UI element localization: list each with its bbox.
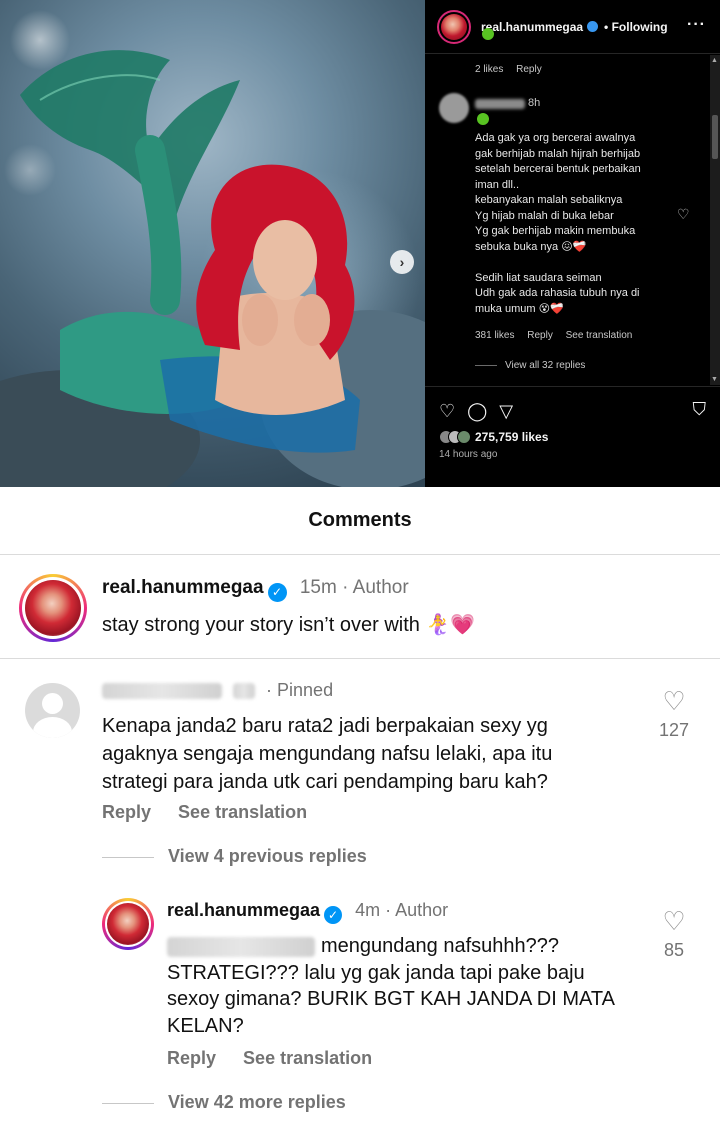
comments-title: Comments bbox=[0, 487, 720, 555]
reply-button[interactable]: Reply bbox=[102, 802, 151, 822]
heart-icon[interactable]: ♡ bbox=[654, 908, 694, 934]
view-more-replies[interactable]: View 42 more replies bbox=[102, 1092, 346, 1113]
comment-thread: · Pinned Kenapa janda2 baru rata2 jadi b… bbox=[0, 660, 720, 1140]
scrollbar[interactable]: ▲ ▼ bbox=[710, 55, 720, 385]
reply-likes: 2 likes bbox=[475, 64, 504, 75]
like-count: 85 bbox=[663, 940, 685, 960]
reply-time: 4m bbox=[355, 900, 381, 920]
verified-icon bbox=[587, 21, 599, 32]
heart-icon[interactable]: ♡ bbox=[439, 401, 455, 422]
view-replies[interactable]: View all 32 replies bbox=[475, 358, 585, 374]
post-actions: ♡ ◯ ▽ ⛉ 275,759 likes 14 hours ago bbox=[425, 386, 720, 487]
blurred-username[interactable] bbox=[102, 683, 222, 700]
following-button[interactable]: • Following bbox=[604, 20, 668, 34]
see-translation-link[interactable]: See translation bbox=[566, 330, 633, 341]
post-sidebar: real.hanummegaa • Following ··· 2 likes … bbox=[425, 0, 720, 487]
author-badge: Author bbox=[352, 577, 409, 598]
scroll-down-icon[interactable]: ▼ bbox=[711, 376, 718, 383]
pinned-label: Pinned bbox=[277, 680, 334, 700]
avatar[interactable] bbox=[437, 9, 471, 44]
post-time: 14 hours ago bbox=[439, 449, 498, 460]
reply-header: real.hanummegaa ✓ 4m · Author bbox=[167, 900, 449, 924]
reply-like[interactable]: ♡ 85 bbox=[654, 908, 694, 961]
avatar[interactable] bbox=[25, 683, 80, 738]
bookmark-icon[interactable]: ⛉ bbox=[693, 399, 707, 420]
liker-avatar bbox=[457, 430, 471, 444]
post-username[interactable]: real.hanummegaa bbox=[481, 20, 583, 34]
caption-username[interactable]: real.hanummegaa bbox=[102, 577, 264, 598]
comment-text: Kenapa janda2 baru rata2 jadi berpakaian… bbox=[102, 715, 553, 793]
comment-meta: 381 likes Reply See translation bbox=[475, 328, 632, 344]
caption-row: real.hanummegaa ✓ 15m · Author stay stron… bbox=[0, 556, 720, 659]
blurred-mention[interactable] bbox=[167, 936, 315, 957]
comment-text: Ada gak ya org bercerai awalnya gak berh… bbox=[475, 132, 641, 315]
like-count: 127 bbox=[658, 720, 690, 740]
comment-like-icon[interactable]: ♡ bbox=[677, 206, 690, 223]
more-options-icon[interactable]: ··· bbox=[687, 16, 706, 34]
next-image-button[interactable]: › bbox=[390, 250, 414, 274]
comment-time: 8h bbox=[528, 97, 541, 109]
verified-icon: ✓ bbox=[267, 583, 287, 602]
blurred-time bbox=[233, 683, 256, 700]
mermaid-illustration bbox=[0, 50, 425, 487]
author-badge: Author bbox=[395, 900, 449, 920]
post-viewer: › real.hanummegaa • Following ··· 2 like… bbox=[0, 0, 720, 487]
reply-text: mengundang nafsuhhh??? STRATEGI??? lalu … bbox=[167, 935, 614, 1037]
reply-link[interactable]: Reply bbox=[527, 330, 553, 341]
reply-link[interactable]: Reply bbox=[516, 64, 542, 75]
reply-actions: Reply See translation bbox=[167, 1048, 372, 1069]
comment-header: · Pinned bbox=[102, 680, 333, 701]
reply-username[interactable]: real.hanummegaa bbox=[167, 900, 320, 920]
likes-count[interactable]: 275,759 likes bbox=[475, 430, 548, 444]
author-avatar[interactable] bbox=[19, 574, 87, 642]
comments-scroll[interactable]: 2 likes Reply 8h Ada gak ya org bercerai… bbox=[425, 55, 720, 385]
caption-time: 15m bbox=[299, 577, 337, 598]
see-translation-button[interactable]: See translation bbox=[178, 802, 307, 822]
reply-button[interactable]: Reply bbox=[167, 1048, 216, 1068]
commenter-avatar[interactable] bbox=[439, 93, 469, 123]
post-photo[interactable]: › bbox=[0, 0, 425, 487]
chevron-right-icon: › bbox=[399, 254, 405, 270]
blurred-username bbox=[475, 99, 525, 109]
comment-like[interactable]: ♡ 127 bbox=[654, 688, 694, 741]
verified-icon: ✓ bbox=[324, 906, 343, 924]
see-translation-button[interactable]: See translation bbox=[243, 1048, 372, 1068]
view-previous-replies[interactable]: View 4 previous replies bbox=[102, 846, 367, 867]
likes-row[interactable]: 275,759 likes bbox=[439, 430, 548, 444]
comment-actions: Reply See translation bbox=[102, 802, 307, 823]
prev-reply-meta: 2 likes Reply bbox=[475, 62, 542, 78]
scroll-up-icon[interactable]: ▲ bbox=[711, 57, 718, 64]
comment-icon[interactable]: ◯ bbox=[467, 401, 487, 422]
send-icon[interactable]: ▽ bbox=[499, 401, 513, 422]
caption-header: real.hanummegaa ✓ 15m · Author bbox=[102, 577, 409, 602]
comment-likes[interactable]: 381 likes bbox=[475, 330, 514, 341]
heart-icon[interactable]: ♡ bbox=[654, 688, 694, 714]
caption-text: stay strong your story isn’t over with 🧜… bbox=[102, 614, 476, 636]
story-check-icon bbox=[482, 28, 494, 40]
author-avatar[interactable] bbox=[102, 898, 154, 950]
verified-check-icon bbox=[477, 113, 489, 125]
post-header: real.hanummegaa • Following ··· bbox=[425, 0, 720, 54]
